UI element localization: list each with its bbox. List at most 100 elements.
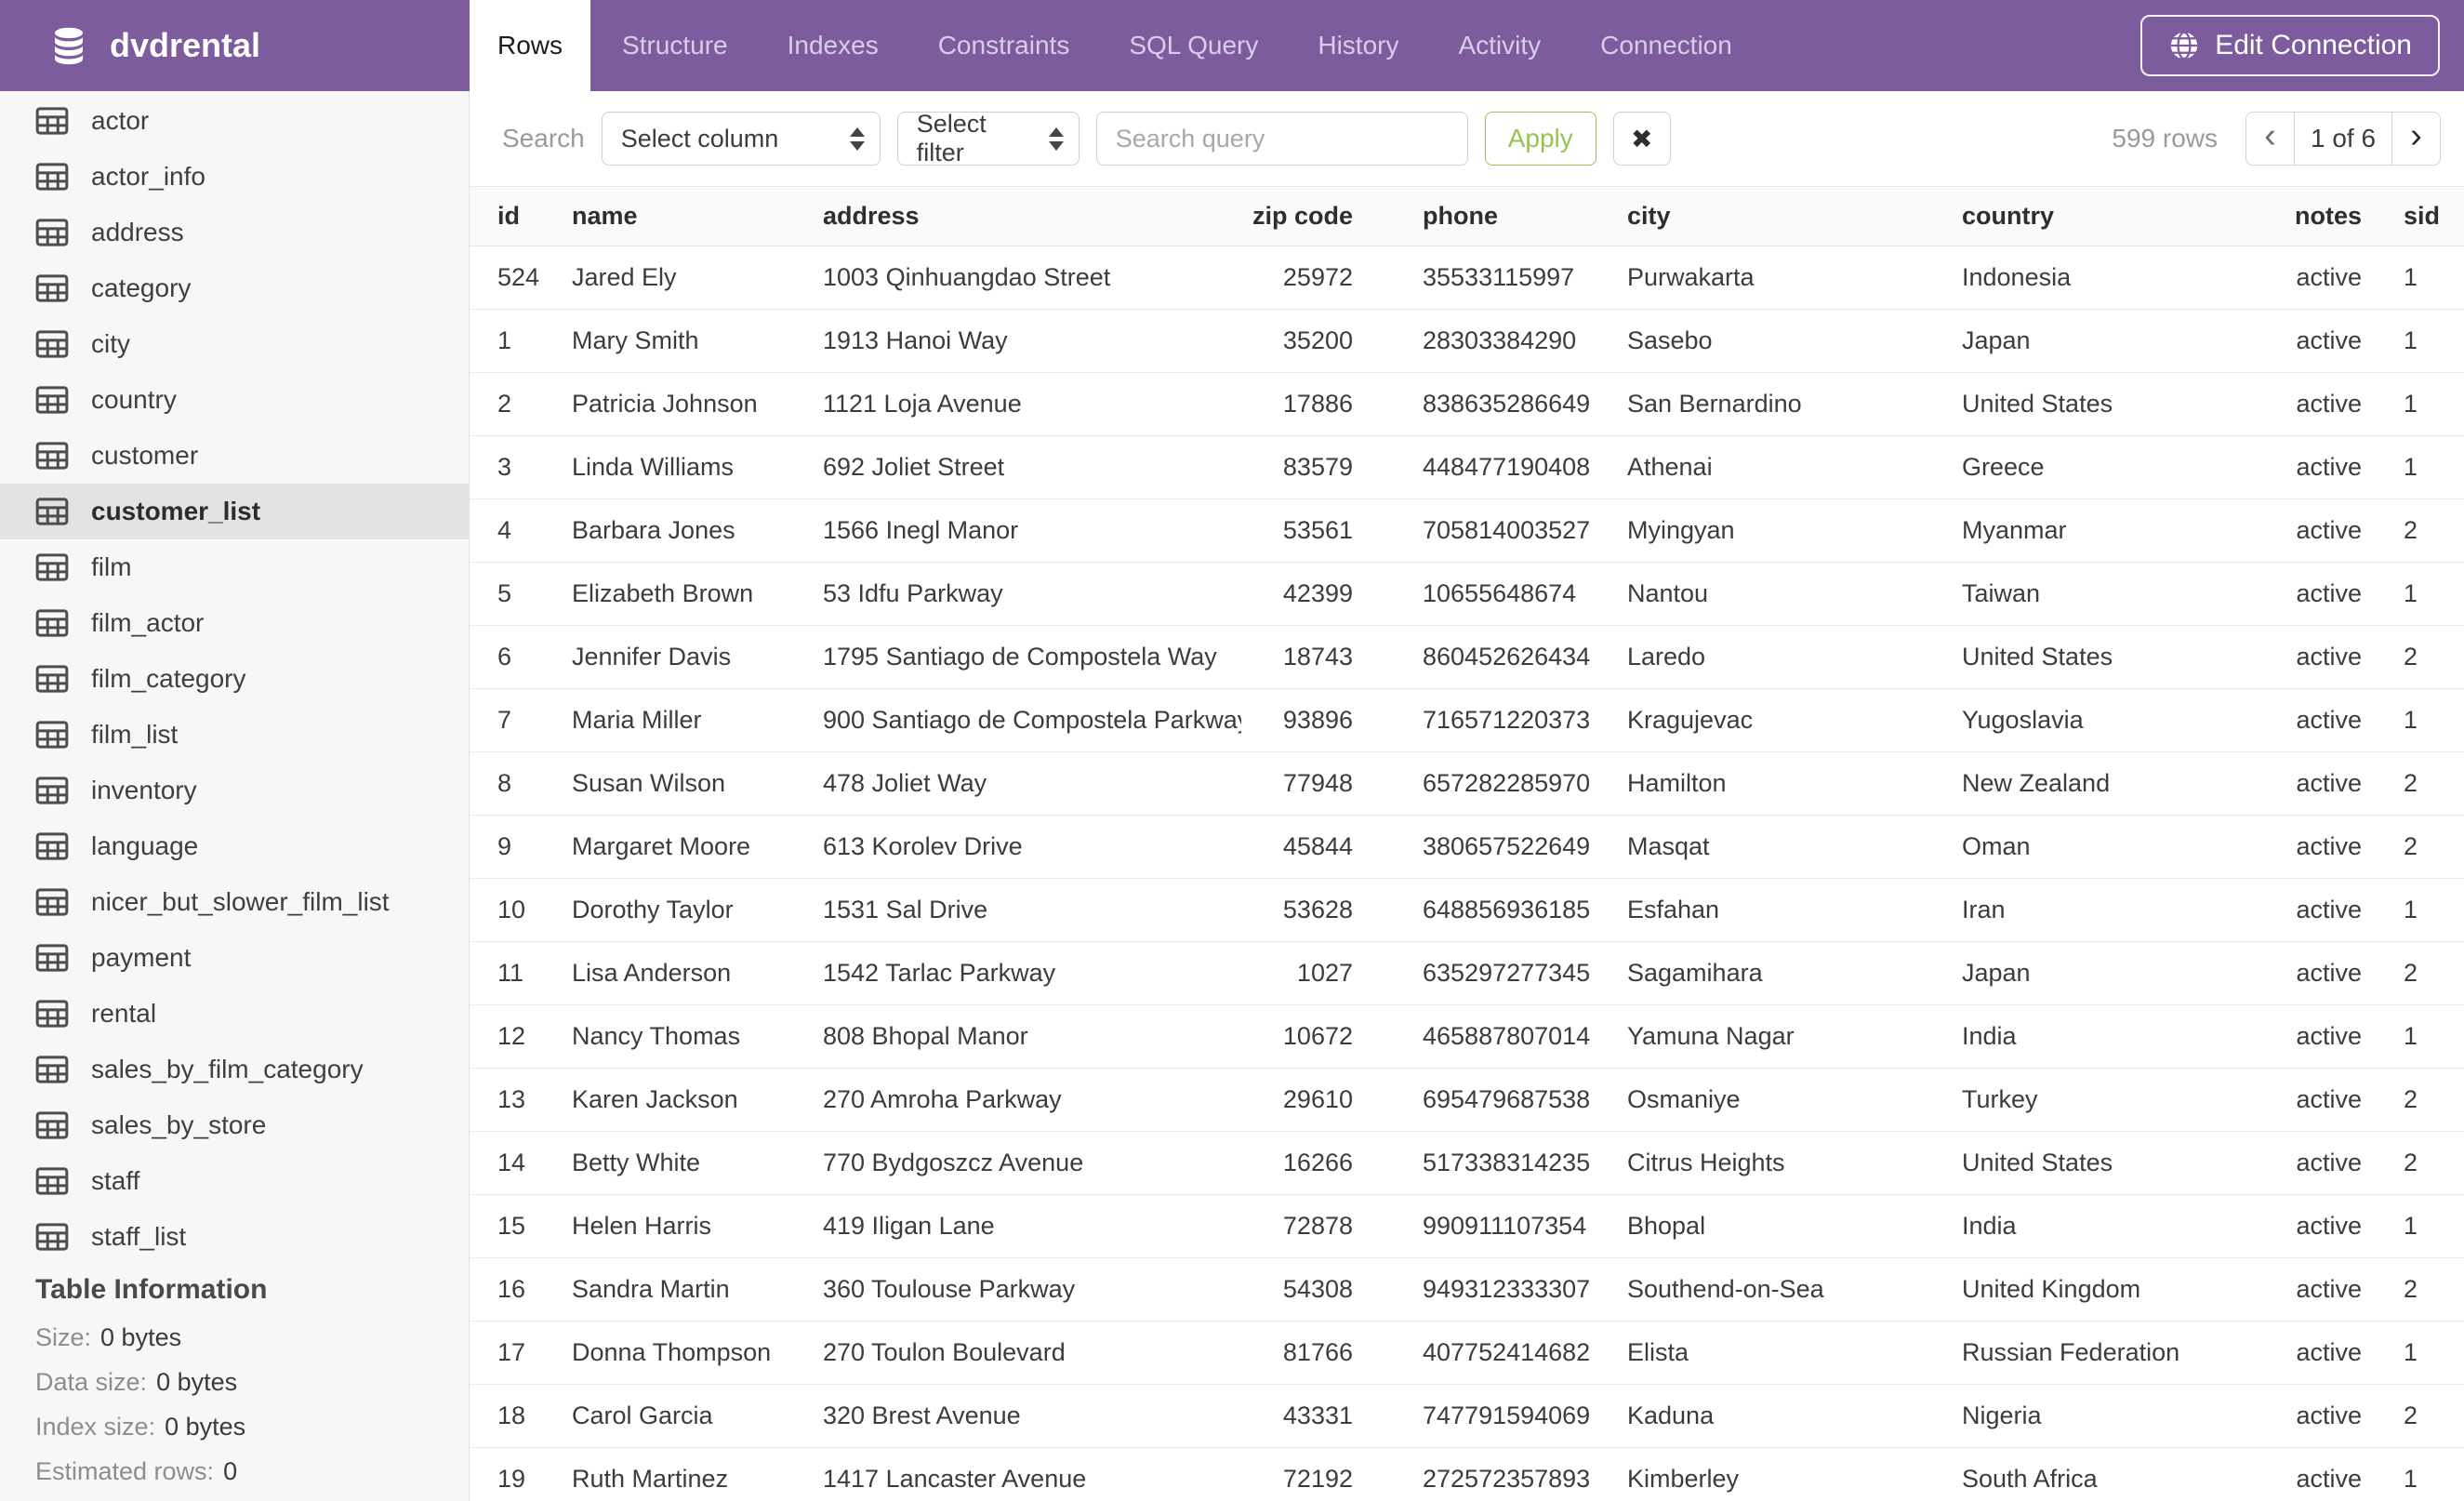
table-row[interactable]: 524 Jared Ely 1003 Qinhuangdao Street 25972… <box>470 246 2464 310</box>
table-row[interactable]: 1 Mary Smith 1913 Hanoi Way 35200 2830338429… <box>470 310 2464 373</box>
clear-search-button[interactable]: ✖ <box>1612 112 1671 166</box>
cell-country: New Zealand <box>1962 769 2111 797</box>
cell-zip: 83579 <box>1282 453 1353 481</box>
tab-connection[interactable]: Connection <box>1572 0 1760 91</box>
filter-select[interactable]: Select filter <box>896 110 1080 166</box>
table-row[interactable]: 14 Betty White 770 Bydgoszcz Avenue 16266 51… <box>470 1132 2464 1195</box>
cell-id: 14 <box>497 1149 526 1176</box>
cell-zip: 45844 <box>1282 832 1353 860</box>
tab-sql-query[interactable]: SQL Query <box>1101 0 1286 91</box>
table-row[interactable]: 18 Carol Garcia 320 Brest Avenue 43331 74779… <box>470 1385 2464 1448</box>
cell-name: Donna Thompson <box>572 1338 772 1366</box>
cell-city: Kragujevac <box>1627 706 1754 734</box>
table-row[interactable]: 6 Jennifer Davis 1795 Santiago de Composte… <box>470 626 2464 689</box>
cell-country: Taiwan <box>1962 579 2041 607</box>
column-header-notes[interactable]: notes <box>2269 202 2362 231</box>
table-row[interactable]: 4 Barbara Jones 1566 Inegl Manor 53561 70581… <box>470 499 2464 563</box>
table-row[interactable]: 12 Nancy Thomas 808 Bhopal Manor 10672 46588… <box>470 1005 2464 1069</box>
tab-label: Activity <box>1458 31 1542 60</box>
table-row[interactable]: 19 Ruth Martinez 1417 Lancaster Avenue 7219… <box>470 1448 2464 1501</box>
sidebar-item-inventory[interactable]: inventory <box>0 763 469 818</box>
cell-city: Sasebo <box>1627 326 1713 354</box>
sidebar-item-customer[interactable]: customer <box>0 428 469 484</box>
sidebar-item-category[interactable]: category <box>0 260 469 316</box>
sidebar-item-film_actor[interactable]: film_actor <box>0 595 469 651</box>
next-page-button[interactable]: › <box>2391 113 2440 165</box>
table-row[interactable]: 2 Patricia Johnson 1121 Loja Avenue 17886 83… <box>470 373 2464 436</box>
table-row[interactable]: 15 Helen Harris 419 Iligan Lane 72878 990911… <box>470 1195 2464 1258</box>
cell-address: 1566 Inegl Manor <box>823 516 1019 544</box>
sidebar-item-film_list[interactable]: film_list <box>0 707 469 763</box>
tab-rows[interactable]: Rows <box>470 0 591 91</box>
column-header-name[interactable]: name <box>572 202 823 231</box>
column-header-sid[interactable]: sid <box>2362 202 2464 231</box>
table-row[interactable]: 7 Maria Miller 900 Santiago de Compostela … <box>470 689 2464 752</box>
sidebar-item-sales_by_store[interactable]: sales_by_store <box>0 1097 469 1153</box>
table-row[interactable]: 16 Sandra Martin 360 Toulouse Parkway 54308… <box>470 1258 2464 1322</box>
column-header-phone[interactable]: phone <box>1353 202 1627 231</box>
table-icon <box>35 163 69 191</box>
sidebar-item-sales_by_film_category[interactable]: sales_by_film_category <box>0 1042 469 1097</box>
table-row[interactable]: 17 Donna Thompson 270 Toulon Boulevard 8176… <box>470 1322 2464 1385</box>
sidebar-item-actor_info[interactable]: actor_info <box>0 149 469 205</box>
table-icon <box>35 1000 69 1028</box>
cell-zip: 54308 <box>1282 1275 1353 1303</box>
prev-page-button[interactable]: ‹ <box>2246 113 2295 165</box>
tab-structure[interactable]: Structure <box>594 0 756 91</box>
sidebar-item-nicer_but_slower_film_list[interactable]: nicer_but_slower_film_list <box>0 874 469 930</box>
tab-label: Indexes <box>787 31 879 60</box>
column-header-country[interactable]: country <box>1962 202 2269 231</box>
table-row[interactable]: 9 Margaret Moore 613 Korolev Drive 45844 380… <box>470 816 2464 879</box>
column-header-id[interactable]: id <box>497 202 572 231</box>
cell-sid: 2 <box>2404 516 2418 544</box>
table-row[interactable]: 3 Linda Williams 692 Joliet Street 83579 448… <box>470 436 2464 499</box>
cell-sid: 2 <box>2404 959 2418 987</box>
table-row[interactable]: 13 Karen Jackson 270 Amroha Parkway 29610 69… <box>470 1069 2464 1132</box>
cell-address: 692 Joliet Street <box>823 453 1005 481</box>
tab-history[interactable]: History <box>1290 0 1426 91</box>
sidebar-item-actor[interactable]: actor <box>0 93 469 149</box>
sidebar-item-language[interactable]: language <box>0 818 469 874</box>
sidebar-item-city[interactable]: city <box>0 316 469 372</box>
table-row[interactable]: 8 Susan Wilson 478 Joliet Way 77948 65728228… <box>470 752 2464 816</box>
cell-zip: 42399 <box>1282 579 1353 607</box>
cell-id: 19 <box>497 1465 526 1493</box>
table-row[interactable]: 10 Dorothy Taylor 1531 Sal Drive 53628 64885… <box>470 879 2464 942</box>
cell-sid: 2 <box>2404 1275 2418 1303</box>
tab-activity[interactable]: Activity <box>1430 0 1569 91</box>
sidebar-item-customer_list[interactable]: customer_list <box>0 484 469 539</box>
sidebar-item-film_category[interactable]: film_category <box>0 651 469 707</box>
edit-connection-button[interactable]: Edit Connection <box>2140 15 2440 76</box>
table-info-row: Estimated rows: 0 <box>35 1449 469 1494</box>
column-header-city[interactable]: city <box>1627 202 1962 231</box>
search-query-input[interactable] <box>1095 112 1468 166</box>
sidebar-item-rental[interactable]: rental <box>0 986 469 1042</box>
column-header-zip[interactable]: zip code <box>1241 202 1353 231</box>
sidebar-item-address[interactable]: address <box>0 205 469 260</box>
cell-address: 270 Toulon Boulevard <box>823 1338 1066 1366</box>
cell-country: Iran <box>1962 896 2006 923</box>
cell-phone: 949312333307 <box>1423 1275 1591 1303</box>
cell-country: United States <box>1962 643 2113 671</box>
tab-constraints[interactable]: Constraints <box>910 0 1098 91</box>
cell-address: 1003 Qinhuangdao Street <box>823 263 1111 291</box>
apply-button[interactable]: Apply <box>1484 112 1596 166</box>
cell-city: Esfahan <box>1627 896 1720 923</box>
cell-name: Maria Miller <box>572 706 702 734</box>
table-row[interactable]: 11 Lisa Anderson 1542 Tarlac Parkway 1027 63… <box>470 942 2464 1005</box>
sidebar-item-payment[interactable]: payment <box>0 930 469 986</box>
table-row[interactable]: 5 Elizabeth Brown 53 Idfu Parkway 42399 1065… <box>470 563 2464 626</box>
cell-zip: 10672 <box>1282 1022 1353 1050</box>
sidebar-item-staff[interactable]: staff <box>0 1153 469 1209</box>
cell-phone: 860452626434 <box>1423 643 1591 671</box>
cell-city: Sagamihara <box>1627 959 1763 987</box>
cell-city: Myingyan <box>1627 516 1735 544</box>
tab-label: SQL Query <box>1129 31 1259 60</box>
sidebar-item-country[interactable]: country <box>0 372 469 428</box>
column-header-address[interactable]: address <box>823 202 1241 231</box>
sidebar-item-film[interactable]: film <box>0 539 469 595</box>
column-select[interactable]: Select column <box>601 112 881 166</box>
tab-indexes[interactable]: Indexes <box>760 0 907 91</box>
table-icon <box>35 665 69 693</box>
sidebar-item-staff_list[interactable]: staff_list <box>0 1209 469 1265</box>
